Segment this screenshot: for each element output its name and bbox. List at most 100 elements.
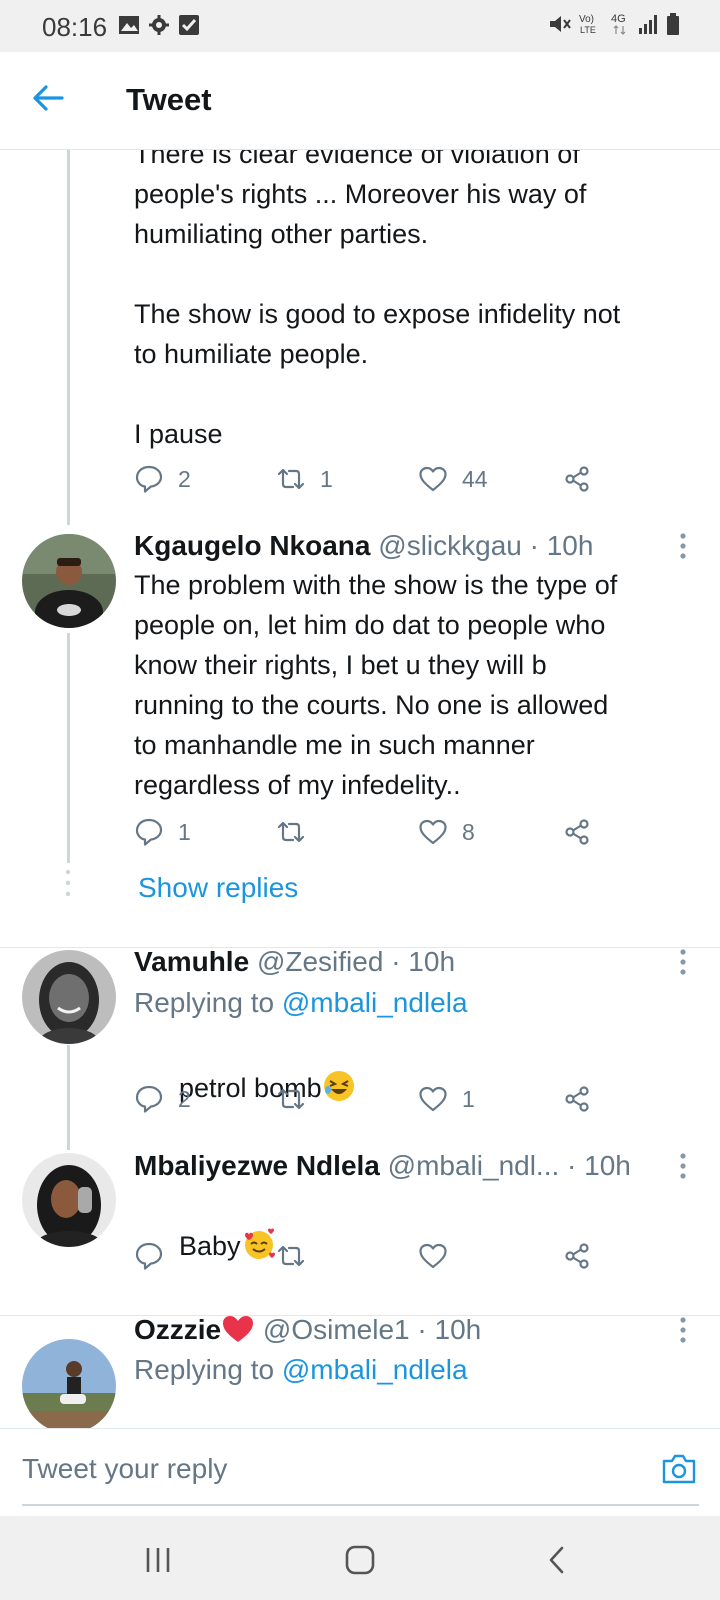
retweet-button[interactable]	[276, 817, 320, 847]
thread-line	[67, 1045, 70, 1150]
reply-button[interactable]: 2	[134, 464, 191, 494]
tweet-text: There is clear evidence of violation of …	[134, 150, 621, 449]
retweet-icon	[277, 468, 305, 490]
reply-icon	[135, 818, 163, 846]
tweet-author-line: Kgaugelo Nkoana @slickkgau · 10h	[134, 528, 593, 564]
author-handle-time: @Zesified · 10h	[256, 946, 456, 977]
more-options-icon[interactable]	[676, 947, 690, 977]
share-button[interactable]	[562, 817, 592, 847]
reply-count: 2	[178, 1085, 191, 1112]
thread-content[interactable]: There is clear evidence of violation of …	[0, 150, 720, 1428]
share-button[interactable]	[562, 1084, 592, 1114]
like-count: 8	[462, 818, 475, 845]
tweet-text-body: Baby	[179, 1231, 241, 1261]
camera-icon[interactable]	[660, 1451, 698, 1487]
settings-gear-icon	[149, 15, 169, 35]
share-icon	[565, 1243, 589, 1269]
status-left-icons	[118, 14, 200, 36]
reply-button[interactable]: 2	[134, 1084, 191, 1114]
more-options-icon[interactable]	[676, 1151, 690, 1181]
reply-icon	[135, 465, 163, 493]
home-icon[interactable]	[342, 1542, 378, 1578]
system-navigation-bar	[0, 1516, 720, 1600]
author-name[interactable]: Ozzzie	[134, 1314, 221, 1345]
reply-button[interactable]: 1	[134, 817, 191, 847]
avatar[interactable]	[22, 534, 116, 628]
retweet-icon	[277, 821, 305, 843]
heart-icon	[419, 1086, 447, 1112]
reply-button[interactable]	[134, 1241, 178, 1271]
replying-to: Replying to @mbali_ndlela	[134, 1352, 468, 1388]
avatar-image	[22, 1153, 116, 1247]
like-count: 1	[462, 1085, 475, 1112]
retweet-icon	[277, 1245, 305, 1267]
volte-icon: Vo)LTE	[579, 14, 596, 35]
red-heart-emoji-icon	[223, 1316, 254, 1342]
battery-icon	[667, 13, 679, 35]
like-button[interactable]: 1	[418, 1084, 475, 1114]
mention-link[interactable]: @mbali_ndlela	[282, 1354, 468, 1385]
back-arrow-icon[interactable]	[30, 80, 66, 116]
share-icon	[565, 466, 589, 492]
author-name[interactable]: Vamuhle	[134, 946, 249, 977]
more-options-icon[interactable]	[676, 1315, 690, 1345]
signal-icon	[639, 15, 657, 34]
avatar[interactable]	[22, 950, 116, 1044]
svg-text:Vo): Vo)	[579, 14, 594, 25]
tweet-reply-input[interactable]	[22, 1449, 622, 1489]
author-handle-time: @mbali_ndl... · 10h	[387, 1150, 631, 1181]
thread-line	[67, 150, 70, 525]
rolling-laughing-emoji-icon	[323, 1071, 354, 1101]
svg-text:4G: 4G	[611, 13, 626, 25]
mute-icon	[550, 16, 571, 32]
gallery-icon	[119, 16, 139, 34]
recent-apps-icon[interactable]	[140, 1542, 176, 1578]
more-options-icon[interactable]	[676, 531, 690, 561]
retweet-button[interactable]: 1	[276, 464, 333, 494]
tweet-author-line: Vamuhle @Zesified · 10h	[134, 944, 455, 980]
avatar-image	[22, 534, 116, 628]
avatar[interactable]	[22, 1153, 116, 1247]
share-icon	[565, 1086, 589, 1112]
thread-continuation-dots	[65, 868, 71, 898]
replying-to-label: Replying to	[134, 987, 282, 1018]
replying-to-label: Replying to	[134, 1354, 282, 1385]
tweet-text: The problem with the show is the type of…	[134, 570, 618, 800]
reply-composer	[0, 1428, 720, 1517]
status-bar: 08:16 Vo) LTE 4G	[0, 0, 720, 52]
heart-icon	[419, 1243, 447, 1269]
replying-to: Replying to @mbali_ndlela	[134, 985, 468, 1021]
4g-icon: 4G	[611, 13, 626, 35]
show-replies-link[interactable]: Show replies	[138, 872, 298, 904]
author-name[interactable]: Mbaliyezwe Ndlela	[134, 1150, 380, 1181]
status-right-icons: Vo) LTE 4G	[548, 12, 680, 36]
share-icon	[565, 819, 589, 845]
reply-icon	[135, 1242, 163, 1270]
tweet-author-line: Mbaliyezwe Ndlela @mbali_ndl... · 10h	[134, 1148, 631, 1184]
avatar[interactable]	[22, 1339, 116, 1428]
reply-count: 2	[178, 465, 191, 492]
share-button[interactable]	[562, 464, 592, 494]
mention-link[interactable]: @mbali_ndlela	[282, 987, 468, 1018]
retweet-count: 1	[320, 465, 333, 492]
like-button[interactable]	[418, 1241, 462, 1271]
author-handle-time: @Osimele1 · 10h	[262, 1314, 482, 1345]
checkbox-icon	[179, 15, 199, 35]
top-header: Tweet	[0, 52, 720, 150]
share-button[interactable]	[562, 1241, 592, 1271]
heart-icon	[419, 466, 447, 492]
retweet-button[interactable]	[276, 1084, 320, 1114]
reply-count: 1	[178, 818, 191, 845]
like-count: 44	[462, 465, 488, 492]
author-handle-time: @slickkgau · 10h	[378, 530, 594, 561]
status-time: 08:16	[42, 12, 108, 42]
retweet-button[interactable]	[276, 1241, 320, 1271]
heart-icon	[419, 819, 447, 845]
back-nav-icon[interactable]	[540, 1542, 576, 1578]
like-button[interactable]: 44	[418, 464, 488, 494]
page-title: Tweet	[126, 82, 212, 117]
svg-text:LTE: LTE	[580, 25, 596, 35]
tweet-author-line: Ozzzie @Osimele1 · 10h	[134, 1312, 481, 1348]
like-button[interactable]: 8	[418, 817, 475, 847]
author-name[interactable]: Kgaugelo Nkoana	[134, 530, 370, 561]
